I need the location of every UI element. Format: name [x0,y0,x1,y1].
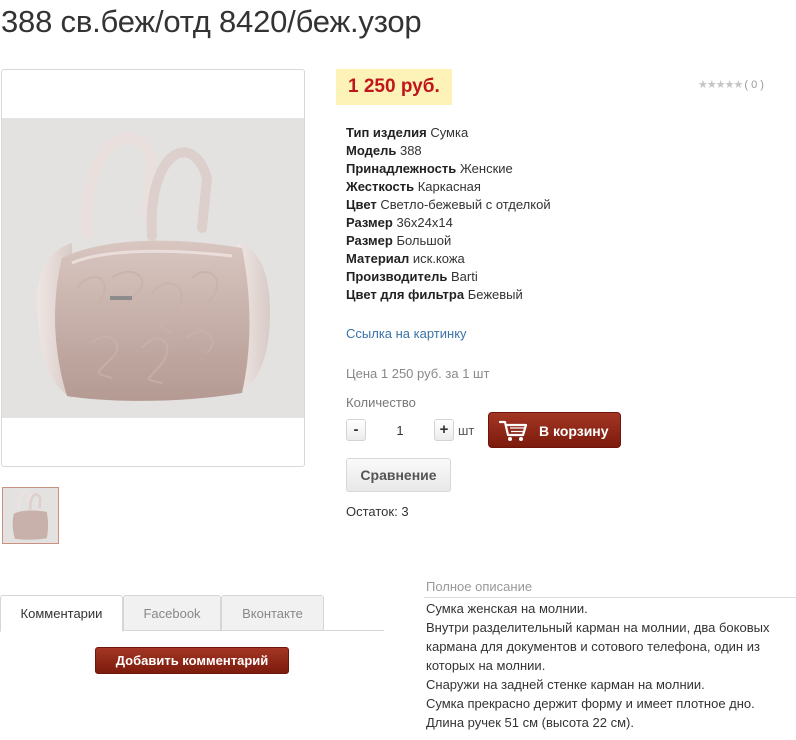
property-row: Принадлежность Женские [346,160,551,178]
description-line: Сумка прекрасно держит форму и имеет пло… [426,696,755,711]
description-line: Снаружи на задней стенке карман на молни… [426,677,705,692]
compare-button[interactable]: Сравнение [346,458,451,492]
property-label: Жесткость [346,179,415,194]
quantity-decrease-button[interactable]: - [346,419,366,441]
product-main-image[interactable] [1,69,305,467]
property-value: Большой [396,233,452,248]
description-line: Сумка женская на молнии. [426,601,588,616]
property-label: Цвет для фильтра [346,287,465,302]
handbag-image [37,132,270,401]
tab-vkontakte[interactable]: Вконтакте [221,595,324,631]
image-link[interactable]: Ссылка на картинку [346,326,467,341]
property-value: иск.кожа [412,251,465,266]
add-comment-button[interactable]: Добавить комментарий [95,647,289,674]
rating-widget[interactable]: ★★★★★ ( 0 ) [698,78,764,91]
tab-comments[interactable]: Комментарии [0,595,123,632]
quantity-increase-button[interactable]: + [434,419,454,441]
handbag-thumbnail-image [3,488,58,543]
product-price: 1 250 руб. [336,69,452,105]
description-title: Полное описание [426,579,533,594]
property-label: Размер [346,215,393,230]
quantity-unit: шт [458,423,475,438]
property-value: Сумка [430,125,469,140]
property-label: Размер [346,233,393,248]
property-row: Модель 388 [346,142,551,160]
property-row: Тип изделия Сумка [346,124,551,142]
shopping-cart-icon [499,420,528,441]
description-line: Внутри разделительный карман на молнии, … [426,620,770,673]
property-value: 36x24x14 [396,215,453,230]
add-to-cart-button[interactable]: В корзину [488,412,621,448]
property-label: Тип изделия [346,125,427,140]
tab-facebook[interactable]: Facebook [123,595,221,631]
property-row: Размер 36x24x14 [346,214,551,232]
rating-stars-icon[interactable]: ★★★★★ [698,79,743,91]
quantity-label: Количество [346,395,416,410]
property-row: Цвет для фильтра Бежевый [346,286,551,304]
property-label: Производитель [346,269,448,284]
property-value: 388 [399,143,422,158]
description-line: Длина ручек 51 см (высота 22 см). [426,715,634,730]
property-value: Женские [459,161,513,176]
quantity-input[interactable] [370,418,430,442]
add-to-cart-label: В корзину [539,423,609,439]
property-row: Размер Большой [346,232,551,250]
property-label: Материал [346,251,410,266]
rating-count: ( 0 ) [744,79,764,91]
product-title: 388 св.беж/отд 8420/беж.узор [1,4,422,39]
property-value: Светло-бежевый с отделкой [380,197,551,212]
property-value: Каркасная [417,179,481,194]
property-label: Модель [346,143,397,158]
product-properties: Тип изделия Сумка Модель 388 Принадлежно… [346,124,551,304]
property-row: Жесткость Каркасная [346,178,551,196]
product-thumbnail[interactable] [2,487,59,544]
property-label: Цвет [346,197,377,212]
property-label: Принадлежность [346,161,457,176]
property-row: Производитель Barti [346,268,551,286]
stock-remaining: Остаток: 3 [346,504,409,519]
product-description: Сумка женская на молнии. Внутри разделит… [426,599,786,732]
social-tabs: Комментарии Facebook Вконтакте [0,595,384,632]
price-per-unit: Цена 1 250 руб. за 1 шт [346,366,490,381]
property-row: Цвет Светло-бежевый с отделкой [346,196,551,214]
property-row: Материал иск.кожа [346,250,551,268]
description-divider [424,597,796,598]
property-value: Barti [450,269,478,284]
property-value: Бежевый [467,287,523,302]
